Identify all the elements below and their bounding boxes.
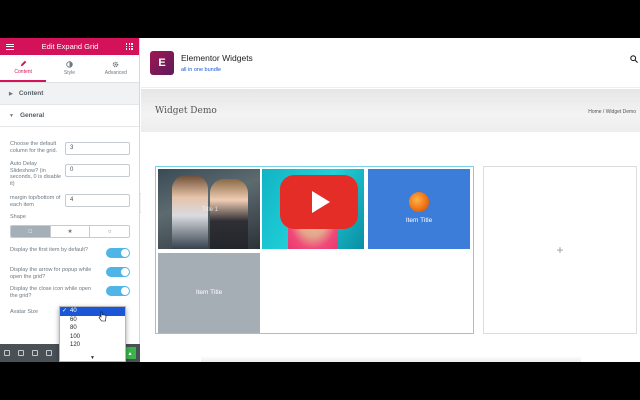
- site-brand: Elementor Widgets all in one bundle: [181, 53, 253, 73]
- grid-item-blue[interactable]: Item Title: [368, 169, 470, 249]
- tab-content-label: Content: [14, 69, 32, 75]
- star-icon: ★: [67, 229, 73, 235]
- plus-icon: +: [556, 243, 564, 257]
- margin-label: margin top/bottom of each item: [10, 195, 61, 208]
- avatar: [409, 192, 429, 212]
- search-icon[interactable]: [630, 55, 638, 63]
- page-title: Widget Demo: [155, 106, 217, 116]
- avatar-option[interactable]: 100: [60, 333, 125, 342]
- first-item-toggle[interactable]: [106, 248, 130, 258]
- grid-item-photo[interactable]: Title 1: [158, 169, 260, 249]
- square-icon: □: [28, 228, 33, 235]
- section-content[interactable]: ▶ Content: [0, 83, 139, 105]
- tab-style[interactable]: Style: [46, 55, 92, 82]
- shape-label: Shape: [10, 214, 26, 220]
- section-general-label: General: [19, 112, 45, 119]
- columns-input[interactable]: 3: [65, 142, 130, 155]
- panel-header: Edit Expand Grid: [0, 38, 139, 55]
- close-icon-label: Display the close icon while open the gr…: [10, 286, 92, 299]
- section-general[interactable]: ▼ General: [0, 105, 139, 127]
- caret-right-icon: ▶: [9, 90, 13, 97]
- avatar-option[interactable]: 60: [60, 316, 125, 325]
- site-logo[interactable]: E: [150, 50, 174, 75]
- grid-item-gray[interactable]: Item Title: [158, 253, 260, 333]
- delay-label: Auto Delay Slideshow? (in seconds, 0 is …: [10, 161, 62, 187]
- grid-item-title: Item Title: [195, 289, 223, 296]
- panel-tabs: Content Style Advanced: [0, 55, 139, 83]
- page-preview: E Elementor Widgets all in one bundle Wi…: [141, 38, 640, 362]
- scroll-down-icon[interactable]: ▼: [60, 355, 125, 361]
- avatar-option[interactable]: 80: [60, 324, 125, 333]
- first-item-label: Display the first item by default?: [10, 247, 88, 253]
- hand-cursor-icon: [98, 311, 107, 322]
- site-header: E Elementor Widgets all in one bundle: [141, 38, 640, 88]
- avatar-size-dropdown[interactable]: ✓ 40 60 80 100 120 ▼: [59, 306, 126, 362]
- circle-icon: ○: [107, 228, 112, 235]
- grid-item-caption: Title 1: [202, 207, 219, 213]
- divider: [201, 356, 581, 362]
- section-content-label: Content: [18, 90, 44, 97]
- margin-input[interactable]: 4: [65, 194, 130, 207]
- panel-title: Edit Expand Grid: [41, 42, 99, 51]
- contrast-icon: [66, 61, 73, 68]
- columns-label: Choose the default column for the grid.: [10, 141, 58, 154]
- widgets-grid-icon[interactable]: [125, 43, 133, 50]
- navigator-icon[interactable]: [18, 350, 24, 356]
- editor-window: Edit Expand Grid Content Style Advanced …: [0, 38, 640, 362]
- caret-down-icon: ▼: [9, 112, 14, 119]
- arrow-label: Display the arrow for popup while open t…: [10, 267, 92, 280]
- tab-advanced[interactable]: Advanced: [93, 55, 139, 82]
- arrow-toggle[interactable]: [106, 267, 130, 277]
- avatar-option-selected[interactable]: ✓ 40: [60, 307, 125, 316]
- shape-star-button[interactable]: ★: [50, 226, 91, 237]
- site-tagline: all in one bundle: [181, 66, 222, 73]
- youtube-play-icon[interactable]: [280, 175, 358, 229]
- grid-item-title: Item Title: [405, 217, 433, 224]
- shape-square-button[interactable]: □: [11, 226, 51, 237]
- avatar-option-label: 40: [70, 308, 77, 314]
- menu-icon[interactable]: [6, 43, 14, 50]
- avatar-size-label: Avatar Size: [10, 309, 39, 315]
- editor-panel: Edit Expand Grid Content Style Advanced …: [0, 38, 140, 362]
- expand-grid-widget[interactable]: Title 1 Item Title Item Title: [155, 166, 474, 334]
- add-widget-area[interactable]: +: [483, 166, 637, 334]
- close-icon-toggle[interactable]: [106, 286, 130, 296]
- caret-up-icon: ▴: [128, 350, 132, 357]
- check-icon: ✓: [62, 308, 68, 314]
- history-icon[interactable]: [32, 350, 38, 356]
- person-figure: [210, 179, 248, 249]
- avatar-option[interactable]: 120: [60, 341, 125, 350]
- breadcrumb[interactable]: Home / Widget Demo: [588, 109, 636, 115]
- pencil-icon: [20, 60, 26, 67]
- tab-style-label: Style: [63, 70, 76, 76]
- grid-item-video[interactable]: [262, 169, 364, 249]
- shape-choices: □ ★ ○: [10, 225, 130, 238]
- page-banner: Widget Demo Home / Widget Demo: [141, 89, 640, 132]
- tab-content[interactable]: Content: [0, 55, 47, 82]
- tab-advanced-label: Advanced: [104, 70, 127, 76]
- responsive-icon[interactable]: [46, 350, 52, 356]
- gear-icon: [113, 61, 119, 68]
- settings-icon[interactable]: [4, 350, 10, 356]
- shape-circle-button[interactable]: ○: [90, 226, 129, 237]
- site-name[interactable]: Elementor Widgets: [181, 53, 253, 63]
- delay-input[interactable]: 0: [65, 164, 130, 177]
